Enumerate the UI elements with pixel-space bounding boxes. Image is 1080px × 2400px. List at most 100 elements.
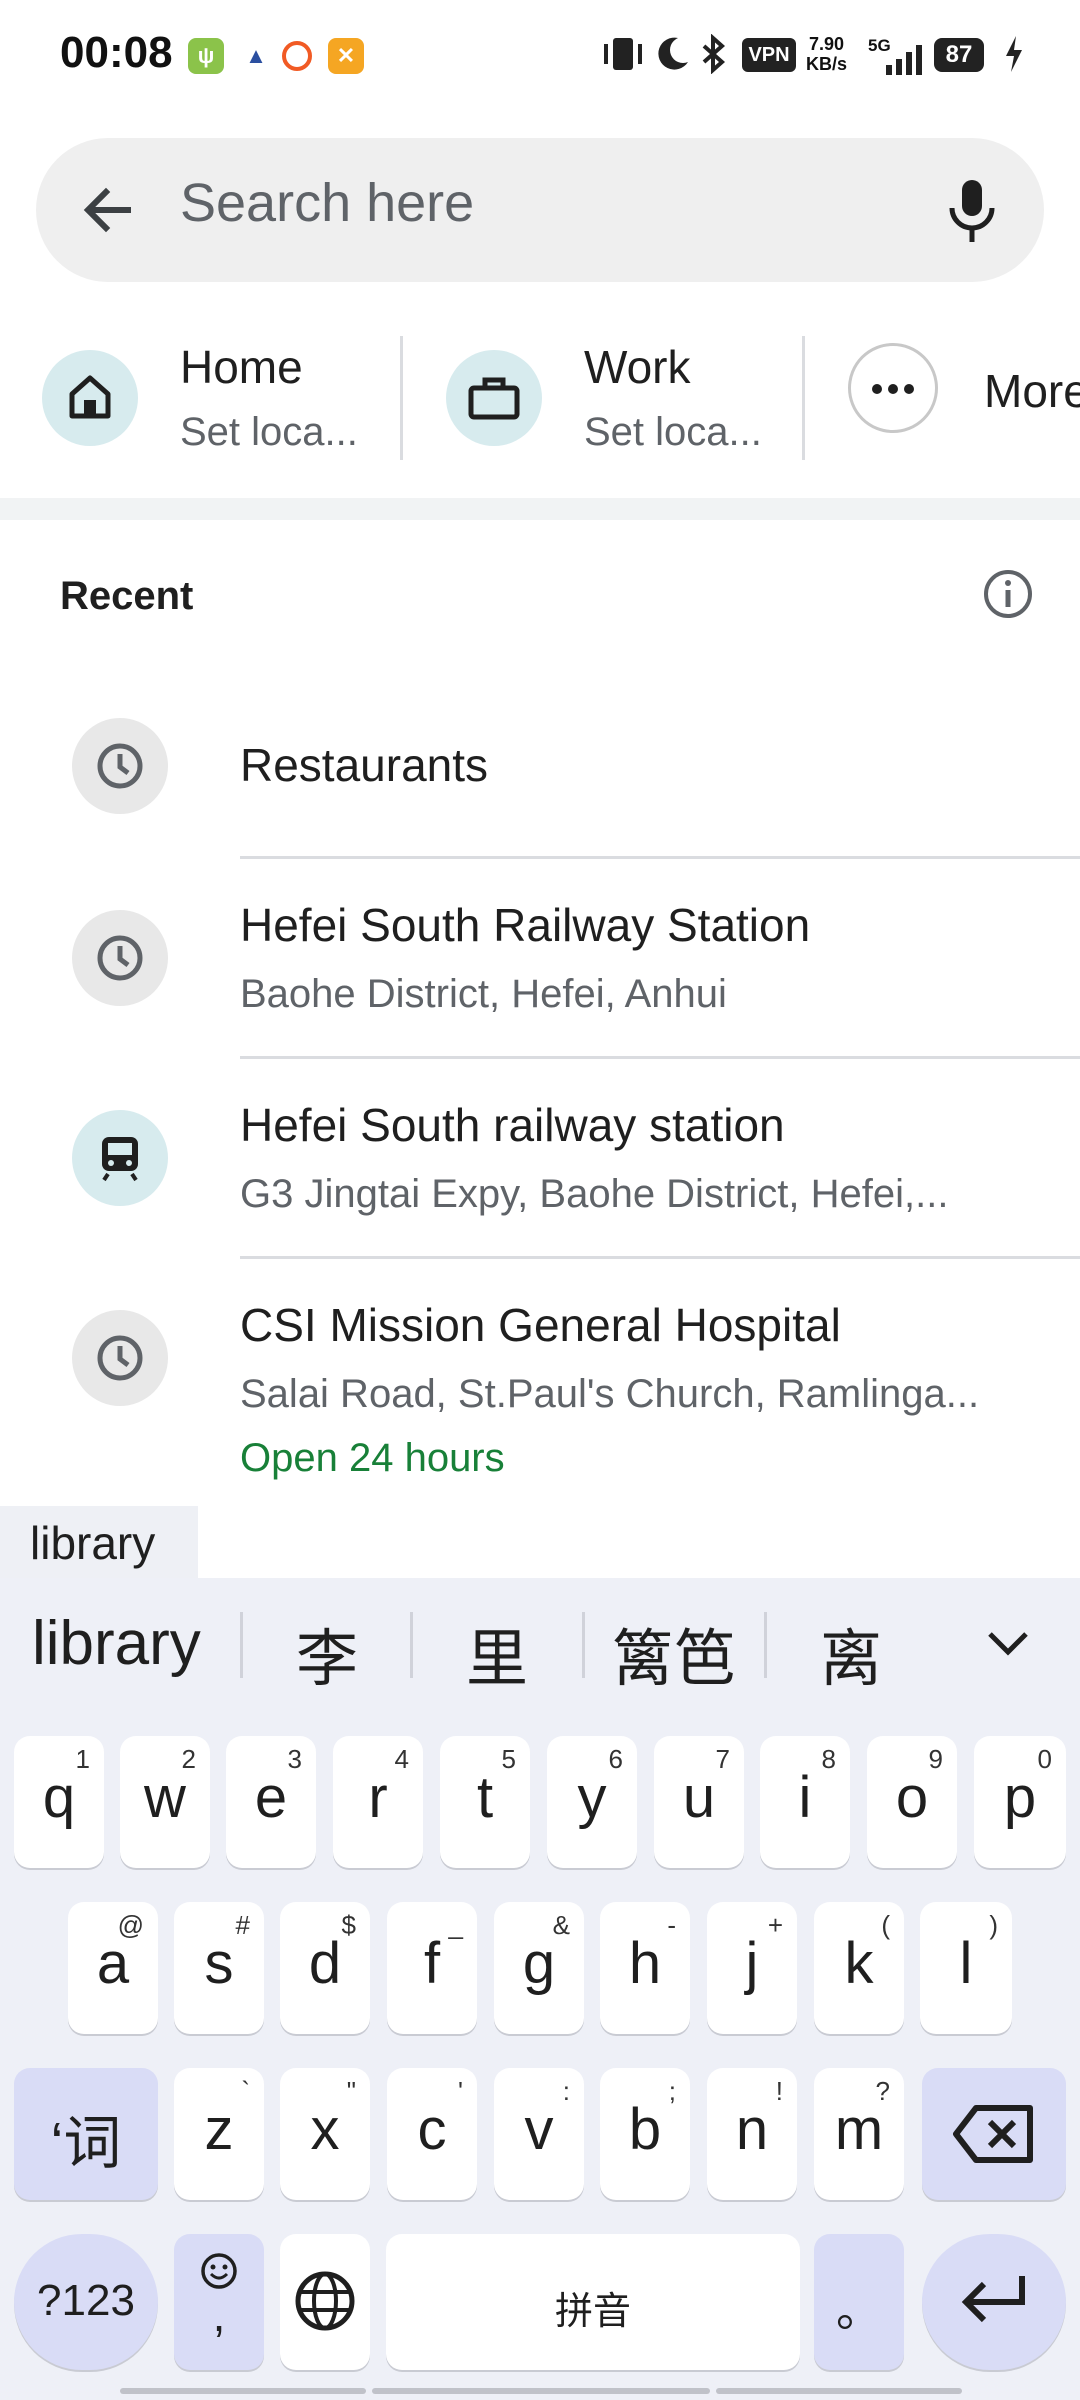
candidate-divider (240, 1612, 243, 1678)
autocomplete-chip-label: library (30, 1517, 156, 1569)
briefcase-icon (468, 377, 520, 420)
key-d[interactable]: d $ (280, 1902, 370, 2034)
key-s[interactable]: s # (174, 1902, 264, 2034)
info-icon[interactable] (982, 568, 1034, 620)
enter-icon (961, 2276, 1025, 2323)
bluetooth-icon (702, 34, 726, 74)
key-p[interactable]: p0 (974, 1736, 1066, 1868)
key-v[interactable]: v: (494, 2068, 584, 2200)
recent-heading: Recent (60, 574, 194, 618)
more-dots-icon (872, 384, 914, 394)
tools-icon: ✕ (328, 38, 364, 74)
list-divider (240, 1256, 1080, 1259)
record-icon (282, 41, 312, 71)
speed-unit: KB/s (806, 54, 848, 74)
key-t[interactable]: t5 (440, 1736, 530, 1868)
status-bar: 00:08 ψ ▲ ✕ VPN 7.90 KB/s 5G 87 (0, 0, 1080, 110)
backspace-icon (953, 2105, 1033, 2163)
chevron-down-icon[interactable] (984, 1626, 1032, 1658)
recent-item-subtitle: Baohe District, Hefei, Anhui (240, 972, 727, 1016)
list-divider (240, 1056, 1080, 1059)
key-f[interactable]: f _ (387, 1902, 477, 2034)
numbers-key[interactable]: ?123 (14, 2234, 158, 2370)
globe-icon (295, 2271, 355, 2331)
key-x[interactable]: x " (280, 2068, 370, 2200)
key-o[interactable]: o9 (867, 1736, 957, 1868)
moon-icon (658, 37, 688, 70)
more-shortcut-button[interactable] (848, 343, 938, 433)
candidate-word[interactable]: 李 (296, 1608, 358, 1698)
nav-gesture-bar (716, 2388, 962, 2394)
recent-item-title: Restaurants (240, 739, 489, 791)
more-history-link-partial[interactable] (280, 1556, 740, 1580)
language-key[interactable] (280, 2234, 370, 2370)
signal-icon (886, 45, 922, 75)
candidate-word[interactable]: 篱笆 (612, 1608, 736, 1698)
key-b[interactable]: b; (600, 2068, 690, 2200)
recent-item-subtitle: G3 Jingtai Expy, Baohe District, Hefei,.… (240, 1172, 949, 1216)
microphone-icon[interactable] (944, 178, 1000, 244)
recent-item-title: Hefei South railway station (240, 1099, 785, 1151)
work-shortcut-label[interactable]: Work (584, 340, 691, 394)
usb-icon: ψ (188, 38, 224, 74)
work-shortcut-button[interactable] (446, 350, 542, 446)
key-n[interactable]: n! (707, 2068, 797, 2200)
enter-key[interactable] (922, 2234, 1066, 2370)
status-time: 00:08 (60, 28, 173, 77)
work-shortcut-sub: Set loca... (584, 410, 762, 454)
candidate-divider (582, 1612, 585, 1678)
search-input[interactable]: Search here (180, 172, 474, 234)
recent-item-title: CSI Mission General Hospital (240, 1299, 841, 1351)
home-shortcut-label[interactable]: Home (180, 340, 303, 394)
candidate-divider (764, 1612, 767, 1678)
key-h[interactable]: h- (600, 1902, 690, 2034)
speed-value: 7.90 (808, 34, 845, 54)
shortcut-divider (400, 336, 403, 460)
home-shortcut-button[interactable] (42, 350, 138, 446)
key-a[interactable]: a @ (68, 1902, 158, 2034)
clock-icon (72, 1310, 168, 1406)
key-g[interactable]: g & (494, 1902, 584, 2034)
key-w[interactable]: w2 (120, 1736, 210, 1868)
key-m[interactable]: m? (814, 2068, 904, 2200)
clock-icon (72, 910, 168, 1006)
space-key[interactable]: 拼音 (386, 2234, 800, 2370)
candidate-divider (410, 1612, 413, 1678)
vibrate-icon (604, 38, 642, 70)
autocomplete-chip[interactable]: library (0, 1506, 198, 1580)
back-arrow-icon[interactable] (78, 180, 138, 240)
candidate-word[interactable]: library (32, 1608, 201, 1679)
nav-gesture-bar (372, 2388, 710, 2394)
section-separator (0, 498, 1080, 520)
key-c[interactable]: c ' (387, 2068, 477, 2200)
key-l[interactable]: l) (920, 1902, 1012, 2034)
key-y[interactable]: y6 (547, 1736, 637, 1868)
more-shortcut-label[interactable]: More (984, 364, 1080, 418)
battery-level: 87 (934, 38, 984, 72)
backspace-key[interactable] (922, 2068, 1066, 2200)
key-r[interactable]: r4 (333, 1736, 423, 1868)
key-k[interactable]: k( (814, 1902, 904, 2034)
key-e[interactable]: e3 (226, 1736, 316, 1868)
key-q[interactable]: q1 (14, 1736, 104, 1868)
candidate-word[interactable]: 离 (820, 1608, 882, 1698)
home-icon (69, 375, 111, 419)
key-j[interactable]: j + (707, 1902, 797, 2034)
key-i[interactable]: i8 (760, 1736, 850, 1868)
network-speed: 7.90 KB/s (806, 34, 847, 74)
nav-gesture-bar (120, 2388, 366, 2394)
vpn-badge: VPN (742, 38, 796, 72)
cat-app-icon: ▲ (238, 38, 274, 74)
key-u[interactable]: u7 (654, 1736, 744, 1868)
train-icon (72, 1110, 168, 1206)
clock-icon (72, 718, 168, 814)
key-z[interactable]: z ` (174, 2068, 264, 2200)
emoji-icon (201, 2253, 237, 2289)
charging-icon (1006, 36, 1022, 72)
recent-item-subtitle: Salai Road, St.Paul's Church, Ramlinga..… (240, 1372, 980, 1416)
word-switch-key[interactable]: ‘词 (14, 2068, 158, 2200)
emoji-comma-key[interactable]: , (174, 2234, 264, 2370)
home-shortcut-sub: Set loca... (180, 410, 358, 454)
period-key[interactable]: 。 (814, 2234, 904, 2370)
candidate-word[interactable]: 里 (466, 1608, 528, 1698)
